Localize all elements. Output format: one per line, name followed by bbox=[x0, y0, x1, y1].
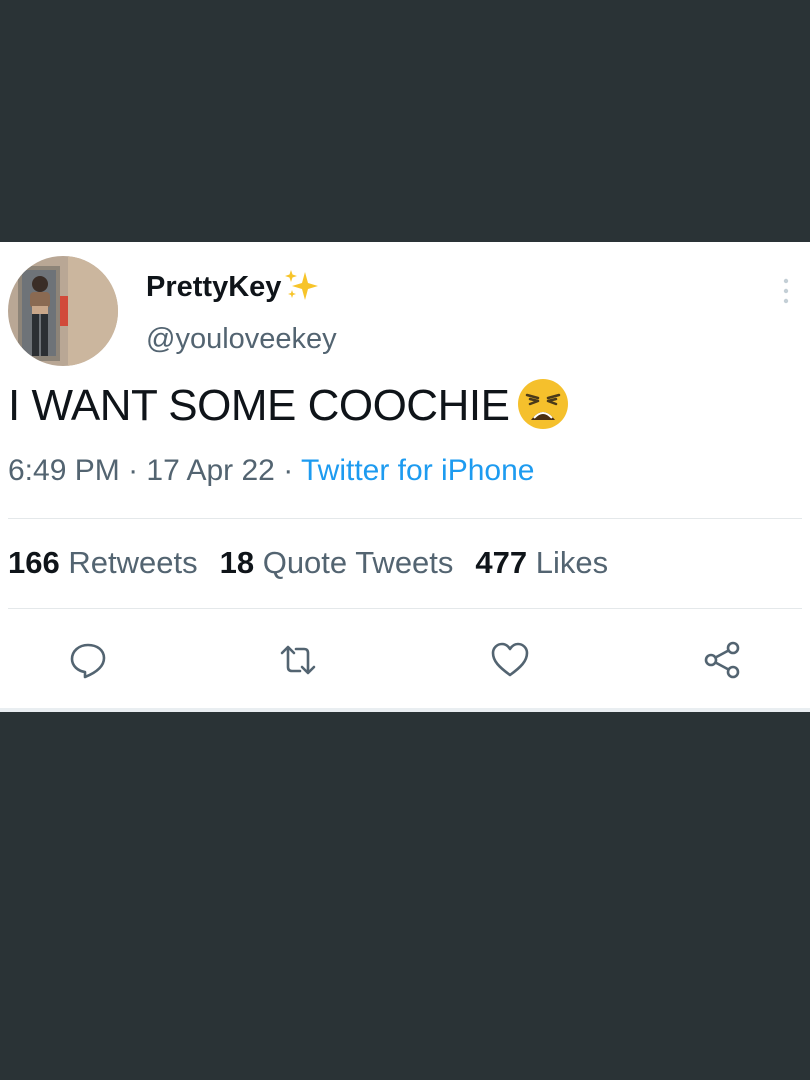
tweet-meta: 6:49 PM · 17 Apr 22 · Twitter for iPhone bbox=[8, 451, 534, 491]
quote-tweets-stat[interactable]: 18 Quote Tweets bbox=[220, 545, 454, 580]
share-icon[interactable] bbox=[702, 640, 742, 680]
display-name[interactable]: PrettyKey bbox=[146, 268, 319, 310]
card-bottom-border bbox=[0, 708, 810, 712]
tweet-time[interactable]: 6:49 PM bbox=[8, 454, 120, 487]
likes-label: Likes bbox=[535, 545, 609, 580]
likes-count: 477 bbox=[475, 545, 528, 580]
reply-icon[interactable] bbox=[68, 640, 108, 680]
weary-face-icon bbox=[517, 378, 569, 442]
user-handle[interactable]: @youloveekey bbox=[146, 322, 337, 356]
tweet-text: I WANT SOME COOCHIE bbox=[8, 378, 569, 442]
meta-separator: · bbox=[283, 454, 294, 487]
retweets-stat[interactable]: 166 Retweets bbox=[8, 545, 198, 580]
more-options-icon[interactable] bbox=[776, 276, 796, 306]
divider bbox=[8, 608, 802, 609]
tweet-card: PrettyKey @youloveekey I WANT SOME COOCH… bbox=[0, 242, 810, 712]
retweet-icon[interactable] bbox=[278, 640, 318, 680]
tweet-source[interactable]: Twitter for iPhone bbox=[301, 454, 534, 487]
meta-separator: · bbox=[128, 454, 139, 487]
divider bbox=[8, 518, 802, 519]
tweet-date[interactable]: 17 Apr 22 bbox=[146, 454, 274, 487]
sparkles-icon bbox=[283, 268, 319, 310]
retweets-label: Retweets bbox=[68, 545, 198, 580]
quote-tweets-count: 18 bbox=[219, 545, 255, 580]
likes-stat[interactable]: 477 Likes bbox=[475, 545, 608, 580]
like-icon[interactable] bbox=[490, 640, 530, 680]
quote-tweets-label: Quote Tweets bbox=[262, 545, 454, 580]
avatar[interactable] bbox=[8, 256, 118, 366]
tweet-text-content: I WANT SOME COOCHIE bbox=[8, 381, 510, 430]
retweets-count: 166 bbox=[8, 545, 60, 580]
tweet-stats: 166 Retweets 18 Quote Tweets 477 Likes bbox=[8, 542, 630, 584]
display-name-text: PrettyKey bbox=[146, 271, 282, 303]
